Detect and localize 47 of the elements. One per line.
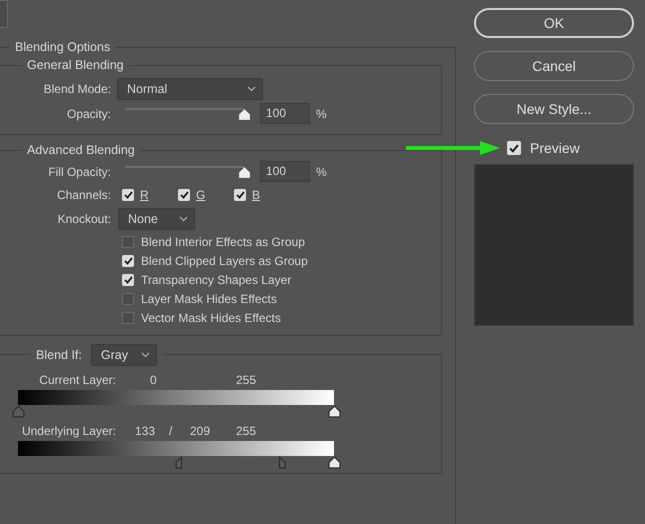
checkbox-label: Blend Interior Effects as Group (141, 235, 305, 250)
field-label: Underlying Layer: (20, 424, 116, 438)
slider-thumb[interactable] (238, 108, 251, 120)
knockout-dropdown[interactable]: None (118, 208, 195, 230)
slider-thumb[interactable] (12, 404, 25, 418)
value-label: 255 (236, 424, 258, 438)
checkbox-label: G (196, 188, 206, 202)
slider-thumb[interactable] (328, 456, 341, 469)
checkbox[interactable] (122, 236, 134, 248)
group-title: Advanced Blending (26, 143, 136, 157)
opacity-field[interactable]: 100 (260, 103, 310, 124)
value-label: 209 (190, 424, 212, 438)
checkbox[interactable] (122, 292, 134, 305)
slider-thumb[interactable] (328, 404, 341, 418)
slider-thumb[interactable] (238, 166, 251, 178)
checkbox-label: Layer Mask Hides Effects (141, 292, 277, 306)
checkbox-label: B (252, 188, 260, 202)
blend-if-dropdown[interactable]: Gray (90, 344, 157, 366)
blend-mode-dropdown[interactable]: Normal (117, 78, 263, 100)
value-label: / (169, 424, 174, 438)
unit-label: % (316, 106, 327, 120)
checkbox-label: Transparency Shapes Layer (141, 272, 292, 287)
dialog-button[interactable]: New Style... (474, 94, 634, 124)
chevron-down-icon (179, 216, 188, 222)
checkbox-label: R (140, 188, 149, 202)
checkbox[interactable] (122, 312, 134, 324)
field-label: Blend If: (36, 348, 82, 362)
chevron-down-icon (140, 352, 150, 358)
value-label: 255 (236, 372, 258, 387)
dialog-button[interactable]: Cancel (474, 51, 634, 81)
dialog-button[interactable]: OK (474, 8, 634, 38)
checkbox-label: Vector Mask Hides Effects (141, 310, 281, 325)
group-title: Blending Options (14, 40, 112, 54)
group-title: General Blending (26, 58, 125, 72)
unit-label: % (316, 164, 327, 178)
field-label: Fill Opacity: (47, 164, 112, 178)
checkbox-label: Preview (530, 140, 580, 156)
field-label: Blend Mode: (42, 82, 112, 96)
fill-opacity-field[interactable]: 100 (260, 161, 310, 182)
value-label: 133 (135, 424, 156, 438)
field-label: Channels: (56, 188, 112, 202)
field-label: Current Layer: (38, 372, 116, 387)
value-label: 0 (150, 372, 158, 387)
field-label: Opacity: (66, 106, 112, 120)
field-label: Knockout: (56, 212, 112, 226)
checkbox-label: Blend Clipped Layers as Group (141, 254, 308, 268)
chevron-down-icon (247, 86, 256, 92)
